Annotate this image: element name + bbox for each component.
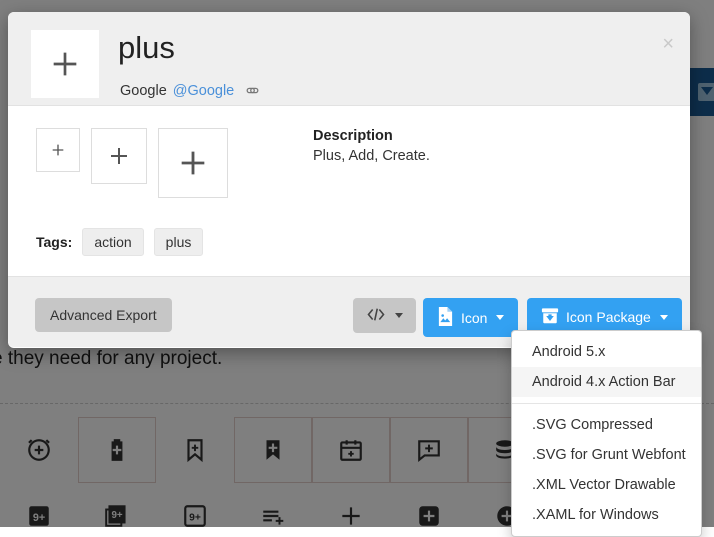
tags-row: Tags: action plus	[36, 228, 203, 256]
advanced-export-button[interactable]: Advanced Export	[35, 298, 172, 332]
file-image-icon	[437, 307, 454, 328]
tag-chip[interactable]: action	[82, 228, 143, 256]
tag-chip[interactable]: plus	[154, 228, 204, 256]
link-icon[interactable]	[244, 82, 261, 99]
package-download-icon	[541, 307, 559, 327]
plus-icon	[50, 142, 66, 158]
description-title: Description	[313, 128, 430, 144]
plus-icon	[176, 146, 210, 180]
chevron-down-icon	[496, 315, 504, 320]
icon-package-dropdown: Android 5.x Android 4.x Action Bar .SVG …	[511, 330, 702, 537]
dropdown-separator	[512, 403, 701, 404]
plus-icon	[107, 144, 131, 168]
plus-icon	[48, 47, 82, 81]
icon-preview-large[interactable]	[158, 128, 228, 198]
code-tags-icon	[366, 307, 386, 324]
icon-preview-medium[interactable]	[91, 128, 147, 184]
icon-download-button[interactable]: Icon	[423, 298, 518, 337]
icon-detail-modal: plus Google @Google ×	[8, 12, 690, 348]
icon-author-line: Google @Google	[120, 82, 261, 99]
dropdown-item-android-4-action-bar[interactable]: Android 4.x Action Bar	[512, 367, 701, 397]
author-handle[interactable]: @Google	[173, 83, 234, 99]
author-name: Google	[120, 83, 167, 99]
dropdown-item-xaml-for-windows[interactable]: .XAML for Windows	[512, 500, 701, 530]
icon-preview-row	[36, 128, 228, 198]
dropdown-item-svg-compressed[interactable]: .SVG Compressed	[512, 410, 701, 440]
chevron-down-icon	[660, 315, 668, 320]
description-block: Description Plus, Add, Create.	[313, 128, 430, 164]
code-export-button[interactable]	[353, 298, 416, 333]
icon-thumbnail	[31, 30, 99, 98]
tags-label: Tags:	[36, 234, 72, 250]
dropdown-item-xml-vector-drawable[interactable]: .XML Vector Drawable	[512, 470, 701, 500]
page-title: plus	[118, 32, 175, 63]
icon-preview-small[interactable]	[36, 128, 80, 172]
modal-body: Tags: action plus Description Plus, Add,…	[8, 106, 690, 276]
modal-header: plus Google @Google ×	[8, 12, 690, 106]
package-button-label: Icon Package	[566, 310, 651, 324]
description-text: Plus, Add, Create.	[313, 148, 430, 164]
dropdown-item-android-5[interactable]: Android 5.x	[512, 337, 701, 367]
chevron-down-icon	[395, 313, 403, 318]
icon-button-label: Icon	[461, 311, 487, 325]
dropdown-item-svg-grunt-webfont[interactable]: .SVG for Grunt Webfont	[512, 440, 701, 470]
close-icon[interactable]: ×	[662, 34, 674, 54]
